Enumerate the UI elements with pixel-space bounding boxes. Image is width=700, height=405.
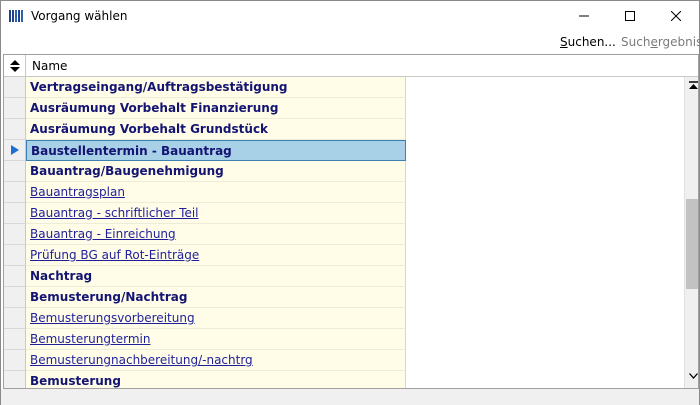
current-row-arrow-icon — [10, 145, 19, 155]
table-row[interactable]: Bemusterungtermin — [4, 329, 684, 350]
table-row[interactable]: Nachtrag — [4, 266, 684, 287]
row-name-cell[interactable]: Bemusterungsvorbereitung — [26, 308, 406, 329]
row-empty-area — [406, 266, 684, 287]
row-name-cell[interactable]: Vertragseingang/Auftragsbestätigung — [26, 77, 406, 98]
table-row[interactable]: Bemusterungnachbereitung/-nachtrg — [4, 350, 684, 371]
maximize-icon — [625, 11, 635, 21]
bottom-bar — [1, 389, 699, 405]
row-selector[interactable] — [4, 329, 26, 350]
table-row[interactable]: Bemusterung/Nachtrag — [4, 287, 684, 308]
chevron-down-icon — [688, 372, 698, 379]
close-icon — [671, 11, 681, 21]
search-button[interactable]: Suchen... — [560, 35, 616, 49]
row-selector[interactable] — [4, 203, 26, 224]
scroll-down-button[interactable] — [685, 367, 698, 384]
row-empty-area — [406, 245, 684, 266]
minimize-button[interactable] — [561, 1, 607, 31]
scrollbar-thumb[interactable] — [686, 199, 698, 289]
scroll-to-top-icon — [688, 80, 698, 89]
row-name-cell[interactable]: Bauantragsplan — [26, 182, 406, 203]
row-selector[interactable] — [4, 98, 26, 119]
row-selector[interactable] — [4, 245, 26, 266]
grid-rows: Vertragseingang/Auftragsbestätigung Ausrä… — [4, 77, 684, 388]
row-empty-area — [406, 182, 684, 203]
row-name-cell[interactable]: Bauantrag/Baugenehmigung — [26, 161, 406, 182]
dialog-window: Vorgang wählen Suchen... Suchergebnis Na… — [0, 0, 700, 405]
result-mnemonic: e — [650, 35, 658, 49]
close-button[interactable] — [653, 1, 699, 31]
vertical-scrollbar[interactable] — [684, 77, 698, 388]
row-empty-area — [406, 224, 684, 245]
minimize-icon — [579, 15, 589, 17]
row-empty-area — [406, 98, 684, 119]
row-name-cell[interactable]: Ausräumung Vorbehalt Grundstück — [26, 119, 406, 140]
table-row[interactable]: Vertragseingang/Auftragsbestätigung — [4, 77, 684, 98]
row-name-cell[interactable]: Prüfung BG auf Rot-Einträge — [26, 245, 406, 266]
row-empty-area — [406, 371, 684, 388]
result-label-pre: Such — [621, 35, 651, 49]
row-empty-area — [406, 329, 684, 350]
table-row[interactable]: Bauantrag/Baugenehmigung — [4, 161, 684, 182]
row-name-cell[interactable]: Bemusterung — [26, 371, 406, 388]
column-header-name[interactable]: Name — [32, 59, 67, 73]
title-bar: Vorgang wählen — [1, 1, 699, 31]
row-selector[interactable] — [4, 224, 26, 245]
table-row[interactable]: Bemusterung — [4, 371, 684, 388]
row-selector[interactable] — [4, 161, 26, 182]
result-label-rest: rgebnis — [657, 35, 700, 49]
row-selector[interactable] — [4, 77, 26, 98]
row-name-cell[interactable]: Bemusterungtermin — [26, 329, 406, 350]
table-row[interactable]: Ausräumung Vorbehalt Finanzierung — [4, 98, 684, 119]
sort-updown-icon — [9, 60, 20, 72]
row-name-cell[interactable]: Nachtrag — [26, 266, 406, 287]
row-selector[interactable] — [4, 266, 26, 287]
row-empty-area — [406, 287, 684, 308]
search-mnemonic: S — [560, 35, 568, 49]
row-selector[interactable] — [4, 308, 26, 329]
row-name-cell[interactable]: Ausräumung Vorbehalt Finanzierung — [26, 98, 406, 119]
table-row[interactable]: Baustellentermin - Bauantrag — [4, 140, 684, 161]
row-empty-area — [406, 161, 684, 182]
books-icon — [9, 9, 23, 23]
scroll-top-button[interactable] — [685, 77, 698, 94]
table-row[interactable]: Prüfung BG auf Rot-Einträge — [4, 245, 684, 266]
row-empty-area — [406, 203, 684, 224]
row-selector[interactable] — [4, 119, 26, 140]
row-selector[interactable] — [4, 371, 26, 388]
process-grid: Name Vertragseingang/Auftragsbestätigung… — [3, 54, 699, 389]
table-row[interactable]: Bemusterungsvorbereitung — [4, 308, 684, 329]
row-empty-area — [406, 119, 684, 140]
table-row[interactable]: Bauantragsplan — [4, 182, 684, 203]
table-row[interactable]: Bauantrag - schriftlicher Teil — [4, 203, 684, 224]
row-name-cell[interactable]: Bauantrag - Einreichung — [26, 224, 406, 245]
table-row[interactable]: Ausräumung Vorbehalt Grundstück — [4, 119, 684, 140]
row-empty-area — [406, 350, 684, 371]
row-name-cell[interactable]: Baustellentermin - Bauantrag — [26, 140, 406, 161]
sort-toggle-button[interactable] — [4, 55, 26, 77]
row-name-cell[interactable]: Bauantrag - schriftlicher Teil — [26, 203, 406, 224]
row-selector[interactable] — [4, 350, 26, 371]
search-label-rest: uchen... — [567, 35, 616, 49]
window-title: Vorgang wählen — [31, 9, 128, 23]
row-name-cell[interactable]: Bemusterungnachbereitung/-nachtrg — [26, 350, 406, 371]
grid-header: Name — [4, 55, 698, 77]
maximize-button[interactable] — [607, 1, 653, 31]
row-name-cell[interactable]: Bemusterung/Nachtrag — [26, 287, 406, 308]
row-selector[interactable] — [4, 287, 26, 308]
row-empty-area — [406, 308, 684, 329]
row-selector[interactable] — [4, 140, 26, 161]
row-selector[interactable] — [4, 182, 26, 203]
table-row[interactable]: Bauantrag - Einreichung — [4, 224, 684, 245]
search-result-button[interactable]: Suchergebnis — [621, 35, 700, 49]
toolbar: Suchen... Suchergebnis — [1, 31, 700, 53]
row-empty-area — [406, 140, 684, 161]
row-empty-area — [406, 77, 684, 98]
